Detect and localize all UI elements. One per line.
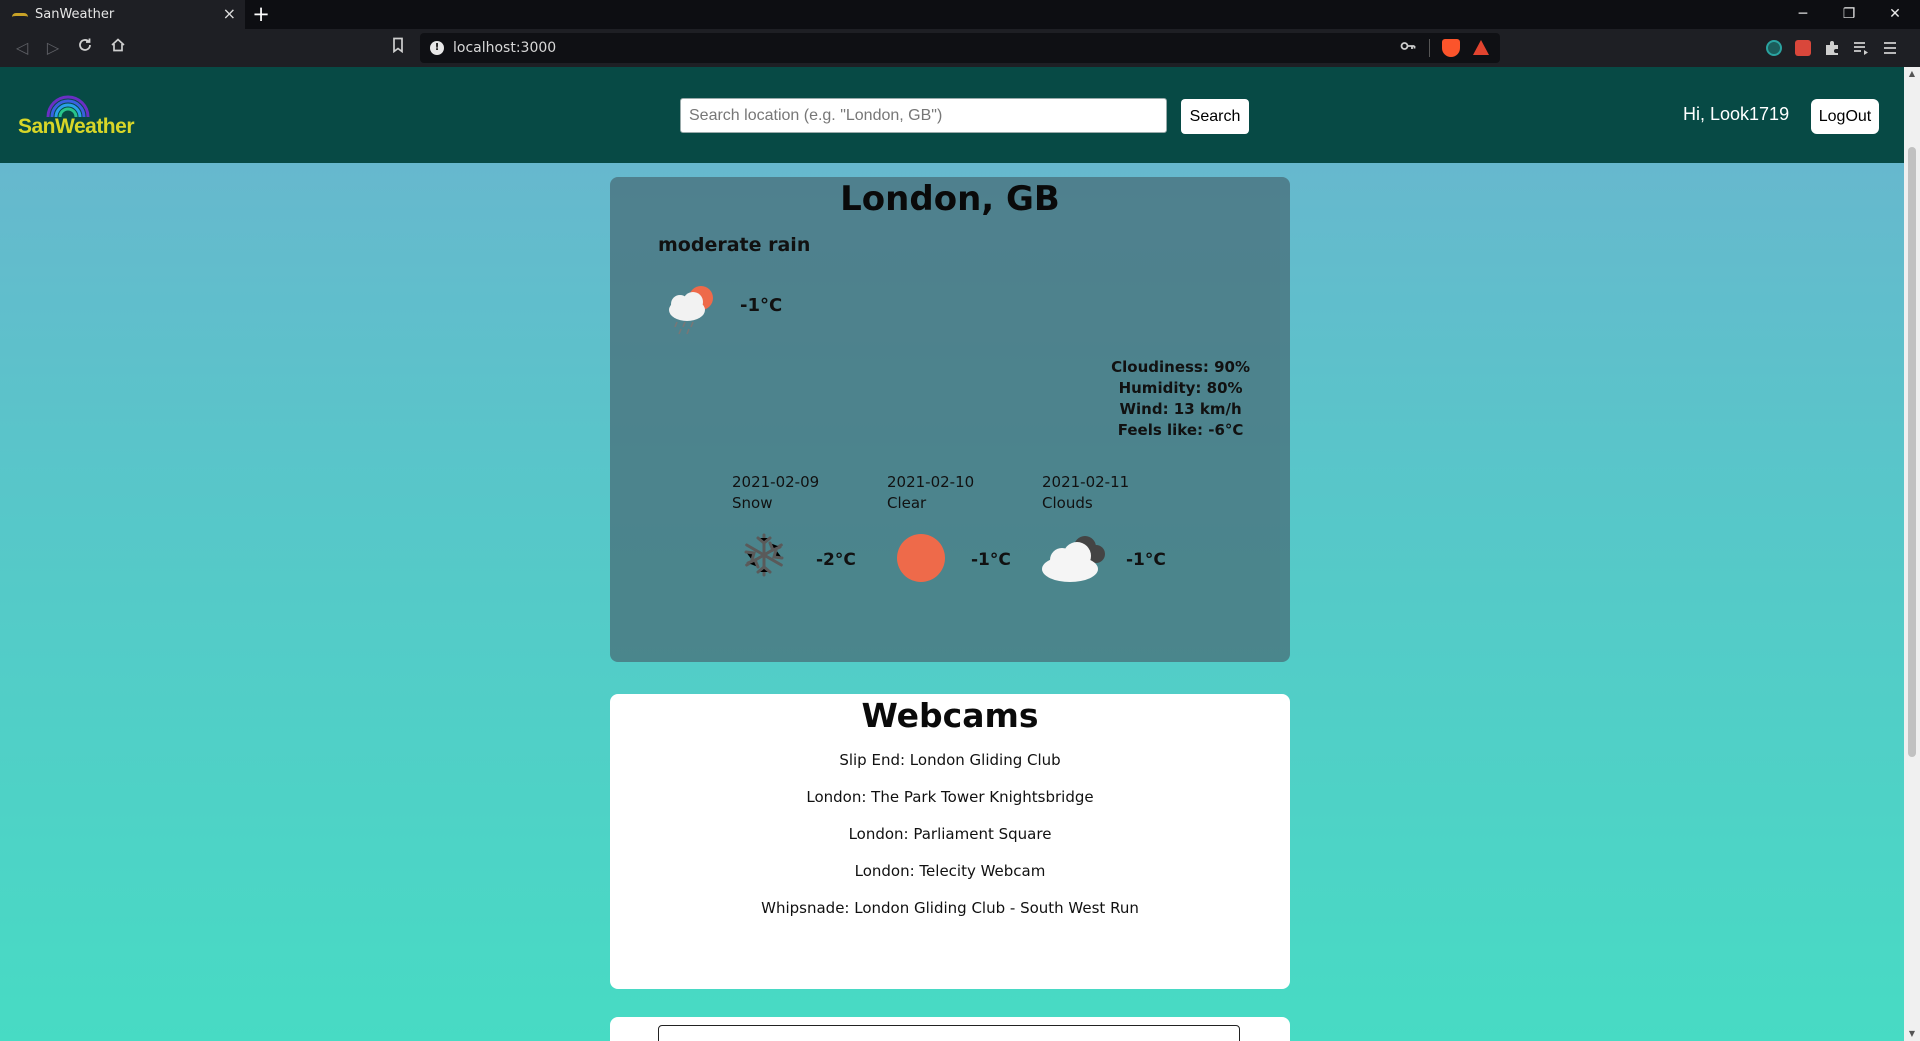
forecast-date: 2021-02-09 — [732, 473, 820, 491]
extension-circle-icon[interactable] — [1766, 40, 1782, 56]
sun-icon — [895, 532, 961, 592]
cloudiness-value: Cloudiness: 90% — [1111, 358, 1250, 376]
city-title: London, GB — [840, 179, 1060, 219]
webcam-link[interactable]: London: The Park Tower Knightsbridge — [610, 788, 1290, 825]
wind-value: Wind: 13 km/h — [1119, 400, 1242, 418]
forward-icon[interactable]: ▷ — [41, 36, 65, 60]
user-greeting: Hi, Look1719 — [1683, 104, 1790, 124]
forecast-condition: Clear — [887, 494, 927, 512]
browser-tab[interactable]: SanWeather × — [0, 0, 245, 29]
webcam-link[interactable]: London: Telecity Webcam — [610, 862, 1290, 899]
webcam-link[interactable]: Whipsnade: London Gliding Club - South W… — [610, 899, 1290, 936]
extensions-puzzle-icon[interactable] — [1824, 40, 1840, 56]
forecast-temperature: -1°C — [971, 550, 1011, 570]
url-text[interactable]: localhost:3000 — [453, 40, 556, 56]
next-section-card — [610, 1017, 1290, 1041]
search-input[interactable] — [680, 98, 1167, 133]
forecast-day: 2021-02-11 Clouds — [1042, 472, 1182, 514]
search-button[interactable]: Search — [1181, 99, 1249, 134]
browser-tab-bar: SanWeather × + ─ ❐ ✕ — [0, 0, 1920, 29]
close-window-button[interactable]: ✕ — [1872, 0, 1918, 29]
extension-red-icon[interactable] — [1795, 40, 1811, 56]
app-header: SanWeather Search Hi, Look1719 LogOut — [0, 67, 1904, 163]
forecast-date: 2021-02-11 — [1042, 473, 1130, 491]
clouds-icon — [1040, 527, 1106, 587]
snowflake-icon — [741, 532, 807, 592]
webcam-link[interactable]: London: Parliament Square — [610, 825, 1290, 862]
webcam-list: Slip End: London Gliding Club London: Th… — [610, 751, 1290, 936]
tab-close-icon[interactable]: × — [223, 4, 236, 23]
weather-card: London, GB moderate rain -1°C Cloudiness… — [610, 177, 1290, 662]
forecast-day: 2021-02-09 Snow — [732, 472, 872, 514]
menu-icon[interactable] — [1882, 40, 1898, 56]
home-icon[interactable] — [106, 36, 130, 60]
forecast-date: 2021-02-10 — [887, 473, 975, 491]
scrollbar-thumb[interactable] — [1908, 147, 1916, 757]
playlist-icon[interactable] — [1853, 40, 1869, 56]
brave-shields-icon[interactable] — [1442, 39, 1460, 57]
restore-button[interactable]: ❐ — [1826, 0, 1872, 29]
brave-rewards-icon[interactable] — [1473, 40, 1489, 55]
scroll-down-icon[interactable]: ▼ — [1904, 1027, 1920, 1041]
address-divider — [1429, 39, 1430, 57]
new-tab-button[interactable]: + — [248, 1, 274, 27]
sanweather-favicon-icon — [12, 13, 28, 17]
webcams-card: Webcams Slip End: London Gliding Club Lo… — [610, 694, 1290, 989]
weather-description: moderate rain — [658, 234, 811, 256]
logo-text: SanWeather — [18, 115, 135, 138]
forecast-condition: Clouds — [1042, 494, 1093, 512]
scroll-up-icon[interactable]: ▲ — [1904, 67, 1920, 81]
webcams-title: Webcams — [861, 696, 1039, 735]
forecast-condition: Snow — [732, 494, 773, 512]
site-info-icon[interactable]: ! — [430, 41, 444, 55]
key-icon[interactable] — [1400, 39, 1416, 57]
browser-toolbar: ◁ ▷ ! localhost:3000 — [0, 29, 1920, 67]
address-bar[interactable]: ! localhost:3000 — [420, 33, 1500, 63]
weather-details: Cloudiness: 90% Humidity: 80% Wind: 13 k… — [1111, 357, 1250, 441]
tab-title: SanWeather — [35, 7, 115, 22]
bookmark-icon[interactable] — [386, 36, 410, 60]
next-section-input[interactable] — [658, 1025, 1240, 1041]
forecast-day: 2021-02-10 Clear — [887, 472, 1027, 514]
current-temperature: -1°C — [740, 295, 783, 316]
logout-button[interactable]: LogOut — [1811, 99, 1879, 134]
feels-like-value: Feels like: -6°C — [1117, 421, 1244, 439]
rain-cloud-sun-icon — [663, 282, 723, 337]
reload-icon[interactable] — [73, 36, 97, 60]
forecast-temperature: -2°C — [816, 550, 856, 570]
logo[interactable]: SanWeather — [18, 85, 135, 145]
page-viewport: SanWeather Search Hi, Look1719 LogOut Lo… — [0, 67, 1904, 1041]
forecast-temperature: -1°C — [1126, 550, 1166, 570]
page-scrollbar[interactable]: ▲ ▼ — [1904, 67, 1920, 1041]
humidity-value: Humidity: 80% — [1118, 379, 1243, 397]
minimize-button[interactable]: ─ — [1780, 0, 1826, 29]
back-icon[interactable]: ◁ — [10, 36, 34, 60]
webcam-link[interactable]: Slip End: London Gliding Club — [610, 751, 1290, 788]
